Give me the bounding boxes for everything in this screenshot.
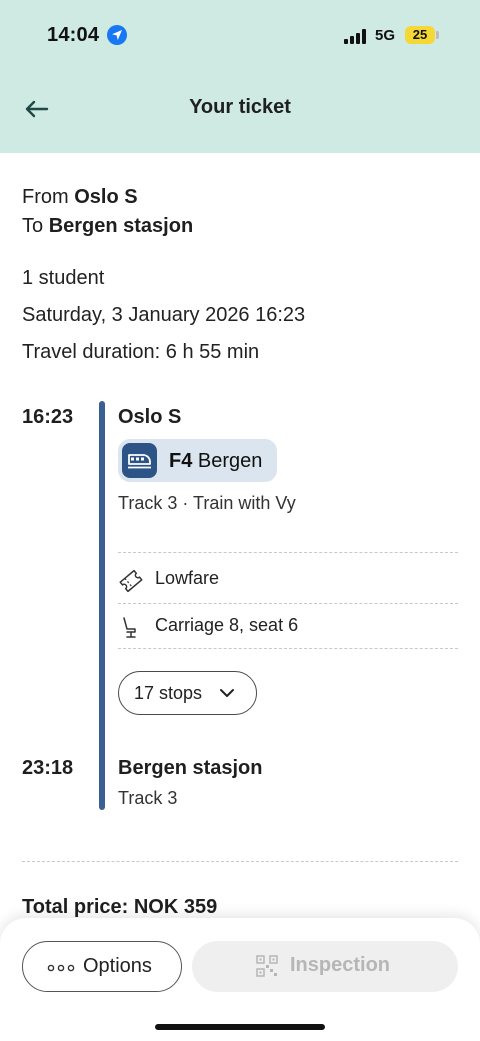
to-line: To Bergen stasjon xyxy=(22,215,193,238)
stops-toggle-button[interactable]: 17 stops xyxy=(118,671,257,715)
inspection-label: Inspection xyxy=(290,954,391,976)
header xyxy=(0,0,480,153)
battery-tip xyxy=(436,31,439,39)
line-destination: Bergen xyxy=(197,450,263,472)
seat-icon xyxy=(123,617,136,638)
fare-label: Lowfare xyxy=(155,568,220,588)
line-code: F4 xyxy=(169,450,193,472)
from-station: Oslo S xyxy=(74,186,138,208)
track-operator: Track 3 · Train with Vy xyxy=(118,493,296,513)
arrival-track: Track 3 xyxy=(118,788,178,808)
status-time: 14:04 xyxy=(47,24,100,46)
page-title: Your ticket xyxy=(189,96,291,118)
departure-datetime: Saturday, 3 January 2026 16:23 xyxy=(22,304,306,326)
ticket-icon xyxy=(119,569,143,593)
inspection-button[interactable]: Inspection xyxy=(192,941,458,992)
from-line: From Oslo S xyxy=(22,186,138,209)
seat-label: Carriage 8, seat 6 xyxy=(155,615,299,635)
network-type: 5G xyxy=(375,27,396,44)
stops-label: 17 stops xyxy=(134,683,203,703)
divider xyxy=(118,648,458,649)
travel-duration: Travel duration: 6 h 55 min xyxy=(22,341,260,363)
more-dots-icon xyxy=(47,964,75,972)
divider xyxy=(118,603,458,604)
line-label: F4 Bergen xyxy=(169,450,262,473)
divider xyxy=(118,552,458,553)
divider xyxy=(22,861,458,862)
departure-time: 16:23 xyxy=(22,406,74,428)
options-button[interactable]: Options xyxy=(22,941,182,992)
arrival-station: Bergen stasjon xyxy=(118,757,263,779)
to-station: Bergen stasjon xyxy=(48,215,194,237)
travellers: 1 student xyxy=(22,267,105,289)
location-arrow-icon xyxy=(107,25,127,45)
to-label: To xyxy=(22,215,44,237)
from-label: From xyxy=(22,186,69,208)
train-icon xyxy=(122,443,157,478)
total-price: Total price: NOK 359 xyxy=(22,896,218,918)
route-line xyxy=(99,401,105,810)
home-indicator[interactable] xyxy=(155,1024,325,1030)
qr-code-icon xyxy=(256,955,278,977)
arrival-time: 23:18 xyxy=(22,757,74,779)
chevron-down-icon xyxy=(220,689,234,697)
battery-icon: 25 xyxy=(405,26,435,44)
options-label: Options xyxy=(83,955,152,977)
signal-icon xyxy=(344,28,370,44)
line-chip[interactable]: F4 Bergen xyxy=(118,439,277,482)
departure-station: Oslo S xyxy=(118,406,182,428)
